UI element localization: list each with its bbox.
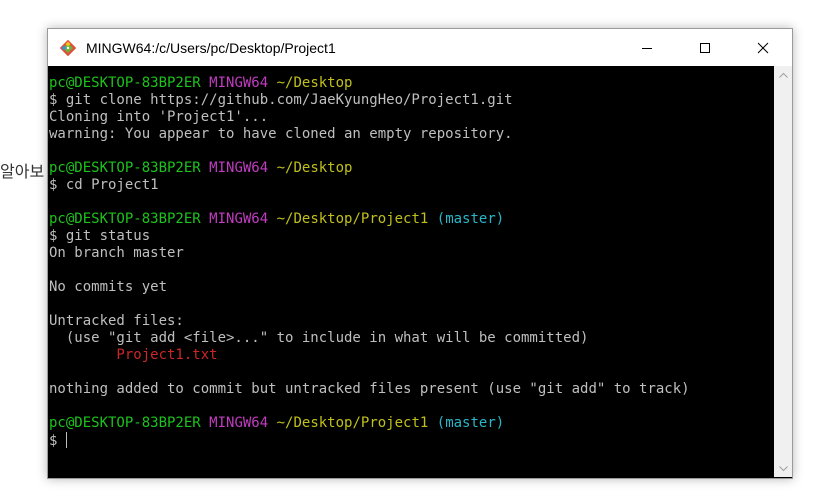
prompt-system: MINGW64 bbox=[209, 75, 269, 91]
minimize-icon bbox=[642, 47, 652, 49]
output-line: warning: You appear to have cloned an em… bbox=[49, 126, 774, 143]
output-text: Cloning into 'Project1'... bbox=[49, 109, 269, 125]
output-text: On branch master bbox=[49, 245, 184, 261]
prompt-system: MINGW64 bbox=[209, 415, 269, 431]
git-logo-icon bbox=[59, 39, 77, 56]
output-text: Untracked files: bbox=[49, 313, 184, 329]
output-line: $ git clone https://github.com/JaeKyungH… bbox=[49, 92, 774, 109]
output-line: $ cd Project1 bbox=[49, 177, 774, 194]
prompt-user-host: pc@DESKTOP-83BP2ER bbox=[49, 415, 201, 431]
output-text: $ cd Project1 bbox=[49, 177, 159, 193]
output-line: $ git status bbox=[49, 228, 774, 245]
prompt-system: MINGW64 bbox=[209, 160, 269, 176]
terminal-area[interactable]: pc@DESKTOP-83BP2ER MINGW64 ~/Desktop $ gi… bbox=[48, 66, 774, 477]
untracked-file-line: Project1.txt bbox=[49, 347, 774, 364]
prompt-line: pc@DESKTOP-83BP2ER MINGW64 ~/Desktop bbox=[49, 75, 774, 92]
output-text: $ git status bbox=[49, 228, 151, 244]
output-line: No commits yet bbox=[49, 279, 774, 296]
close-icon bbox=[757, 42, 769, 53]
scrollbar-track[interactable] bbox=[774, 83, 792, 460]
prompt-path: ~/Desktop/Project1 bbox=[276, 211, 429, 227]
output-text: (use "git add <file>..." to include in w… bbox=[49, 330, 589, 346]
prompt-system: MINGW64 bbox=[209, 211, 269, 227]
prompt-path: ~/Desktop/Project1 bbox=[276, 415, 429, 431]
minimize-button[interactable] bbox=[618, 29, 676, 66]
window-controls bbox=[618, 29, 792, 66]
prompt-user-host: pc@DESKTOP-83BP2ER bbox=[49, 160, 201, 176]
prompt-user-host: pc@DESKTOP-83BP2ER bbox=[49, 211, 201, 227]
terminal-output: pc@DESKTOP-83BP2ER MINGW64 ~/Desktop $ gi… bbox=[48, 66, 774, 449]
title-bar[interactable]: MINGW64:/c/Users/pc/Desktop/Project1 bbox=[48, 29, 792, 66]
chevron-up-icon bbox=[778, 72, 788, 78]
prompt-path: ~/Desktop bbox=[276, 160, 353, 176]
output-line: On branch master bbox=[49, 245, 774, 262]
output-line: (use "git add <file>..." to include in w… bbox=[49, 330, 774, 347]
output-line: Cloning into 'Project1'... bbox=[49, 109, 774, 126]
input-prompt: $ bbox=[49, 433, 66, 449]
scroll-down-button[interactable] bbox=[774, 460, 792, 477]
output-text: nothing added to commit but untracked fi… bbox=[49, 381, 690, 397]
background-text: 알아보 bbox=[0, 162, 45, 181]
prompt-branch: (master) bbox=[436, 211, 505, 227]
prompt-line: pc@DESKTOP-83BP2ER MINGW64 ~/Desktop/Pro… bbox=[49, 211, 774, 228]
prompt-branch: (master) bbox=[436, 415, 505, 431]
maximize-icon bbox=[700, 42, 710, 53]
close-button[interactable] bbox=[734, 29, 792, 66]
input-line: $ bbox=[49, 432, 774, 449]
prompt-line: pc@DESKTOP-83BP2ER MINGW64 ~/Desktop bbox=[49, 160, 774, 177]
scroll-up-button[interactable] bbox=[774, 66, 792, 83]
output-text: $ git clone https://github.com/JaeKyungH… bbox=[49, 92, 513, 108]
prompt-path: ~/Desktop bbox=[276, 75, 353, 91]
prompt-line: pc@DESKTOP-83BP2ER MINGW64 ~/Desktop/Pro… bbox=[49, 415, 774, 432]
window-title: MINGW64:/c/Users/pc/Desktop/Project1 bbox=[86, 39, 336, 56]
text-cursor bbox=[65, 432, 67, 448]
untracked-file: Project1.txt bbox=[49, 347, 218, 363]
output-line: nothing added to commit but untracked fi… bbox=[49, 381, 774, 398]
prompt-user-host: pc@DESKTOP-83BP2ER bbox=[49, 75, 201, 91]
output-text: No commits yet bbox=[49, 279, 168, 295]
output-text: warning: You appear to have cloned an em… bbox=[49, 126, 513, 142]
terminal-window: MINGW64:/c/Users/pc/Desktop/Project1 pc@… bbox=[47, 28, 793, 479]
vertical-scrollbar[interactable] bbox=[774, 66, 792, 477]
output-line: Untracked files: bbox=[49, 313, 774, 330]
maximize-button[interactable] bbox=[676, 29, 734, 66]
chevron-down-icon bbox=[778, 465, 788, 471]
